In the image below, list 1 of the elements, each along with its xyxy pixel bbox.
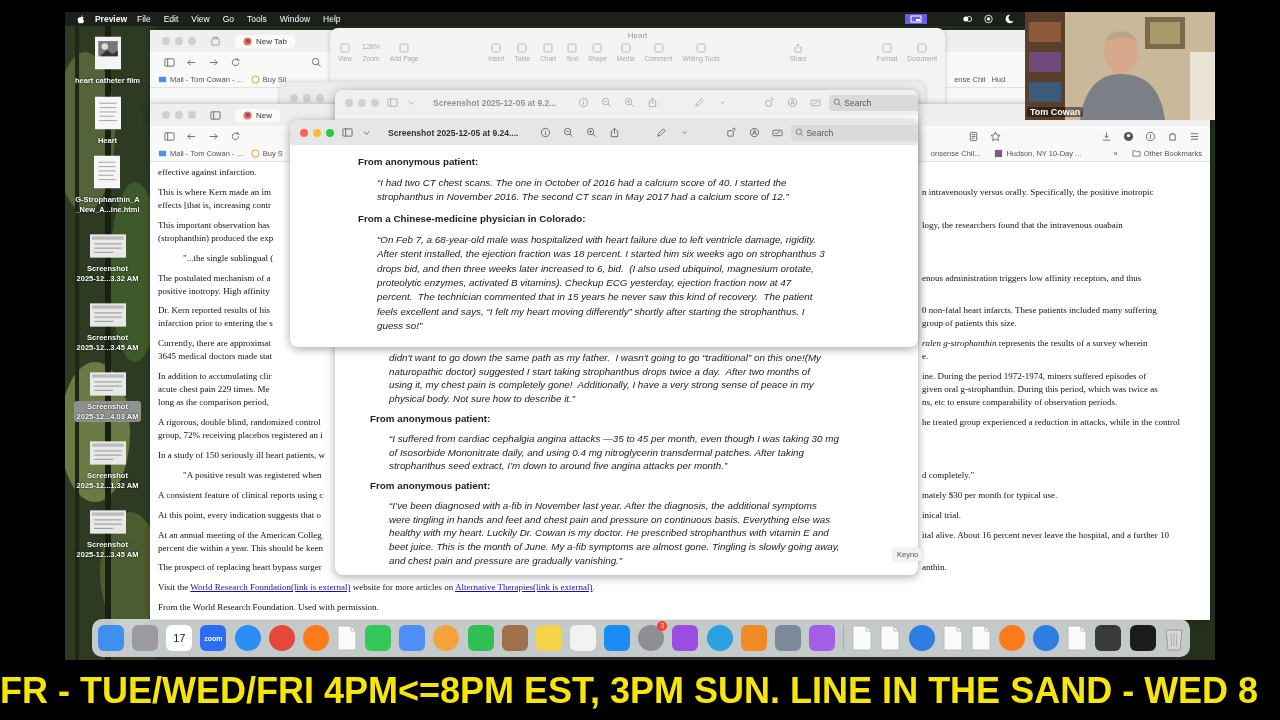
news-ticker: FR - TUE/WED/FRI 4PM<=8PM EST, 3PM SUN. LINE IN THE SAND - WED 8 [0, 670, 1259, 712]
